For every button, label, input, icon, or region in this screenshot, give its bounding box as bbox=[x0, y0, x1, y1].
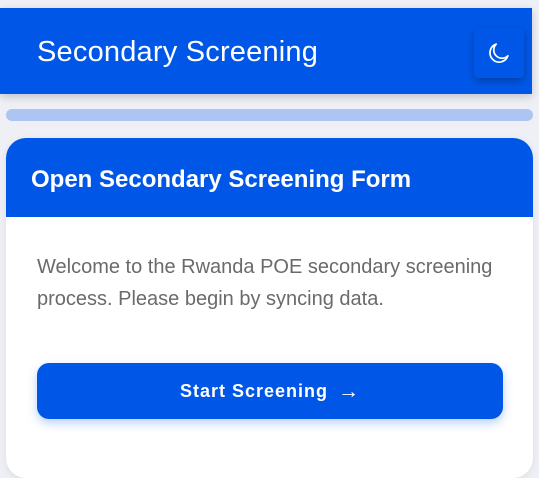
moon-icon bbox=[489, 43, 509, 63]
arrow-right-icon: → bbox=[338, 379, 361, 403]
welcome-message: Welcome to the Rwanda POE secondary scre… bbox=[37, 256, 493, 310]
sync-progress-bar bbox=[6, 109, 533, 121]
start-screening-label: Start Screening bbox=[179, 380, 329, 401]
page-title: Secondary Screening bbox=[37, 36, 319, 68]
screening-card: Open Secondary Screening Form Welcome to… bbox=[6, 138, 533, 478]
start-screening-button[interactable]: Start Screening → bbox=[37, 363, 503, 419]
theme-toggle-button[interactable] bbox=[474, 28, 524, 78]
card-title: Open Secondary Screening Form bbox=[31, 166, 412, 193]
card-header: Open Secondary Screening Form bbox=[6, 138, 533, 217]
app-header: Secondary Screening bbox=[0, 8, 532, 94]
